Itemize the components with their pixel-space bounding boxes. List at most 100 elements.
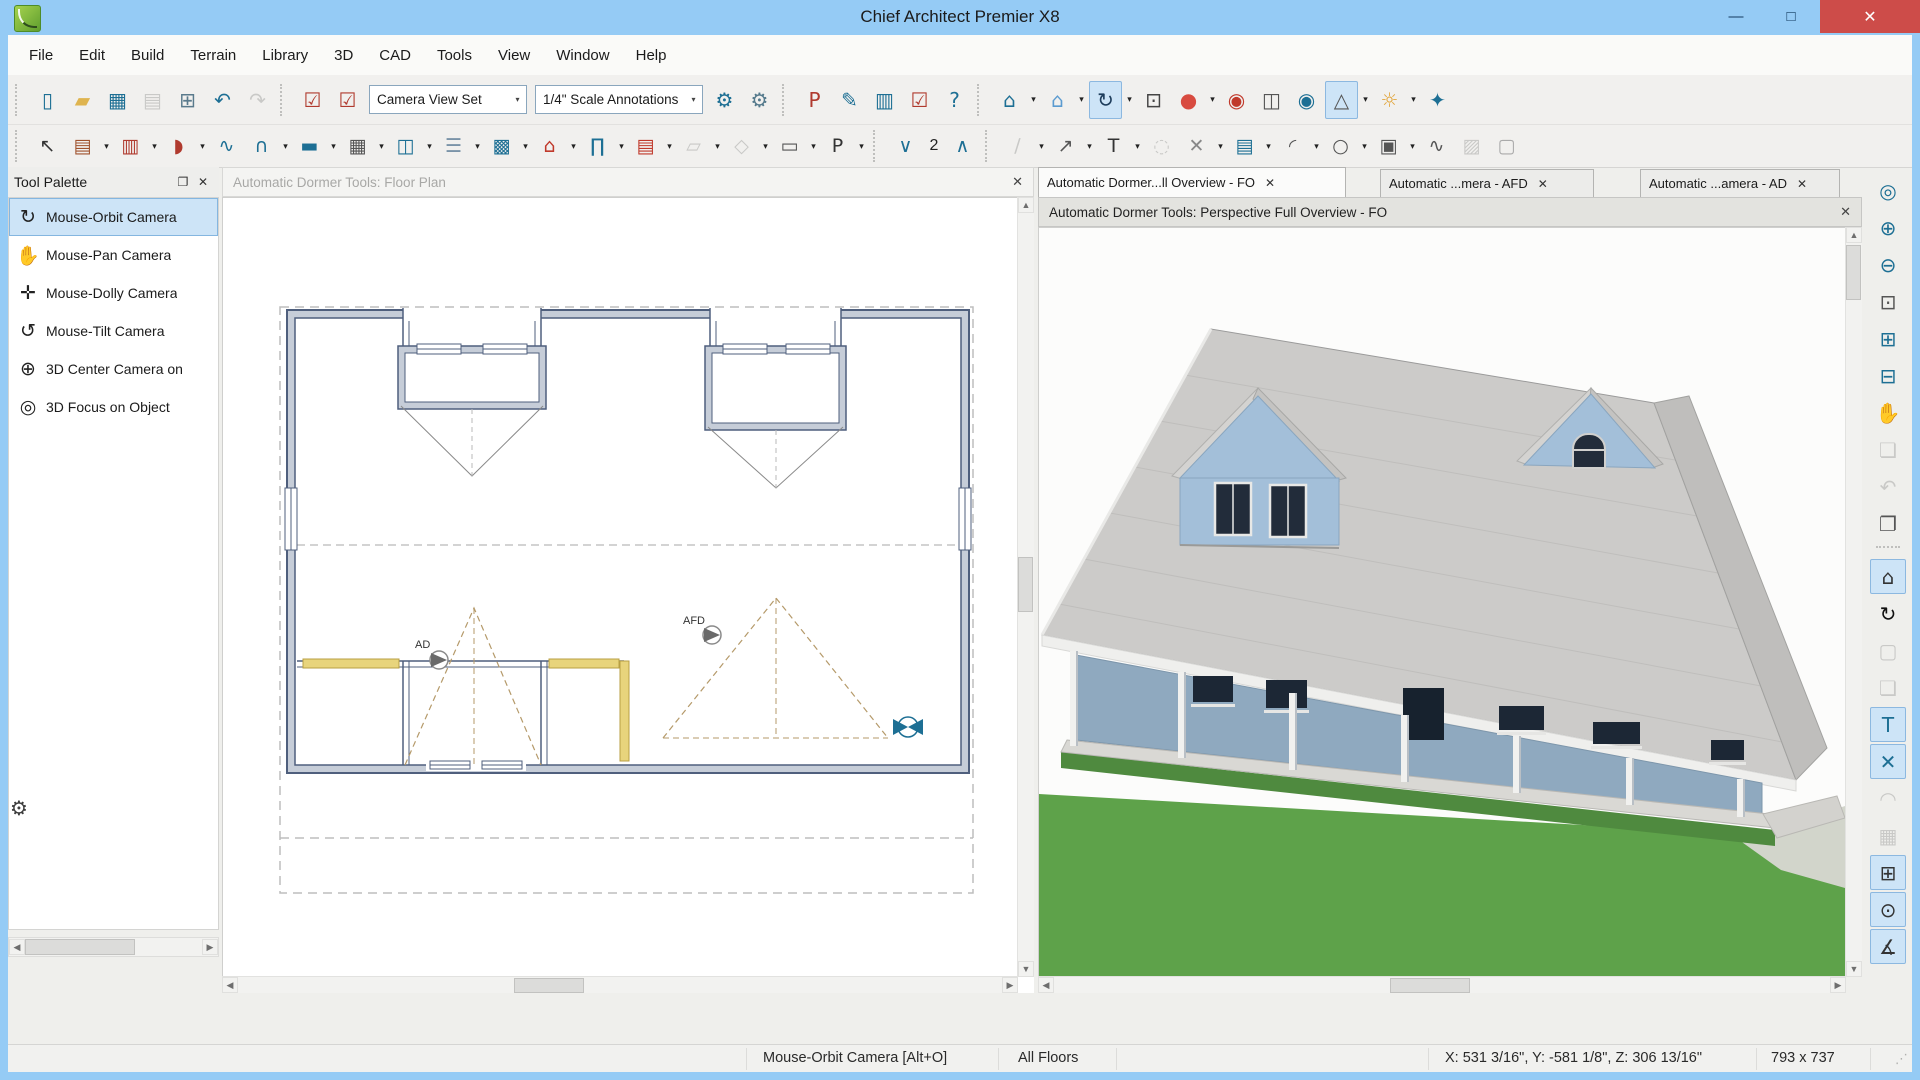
view-vscrollbar[interactable]: ▲ ▼ <box>1845 227 1862 977</box>
menu-3d[interactable]: 3D <box>321 36 366 75</box>
sunlight-icon[interactable]: ☼ <box>1373 81 1406 119</box>
dropdown-arrow-icon[interactable]: ▾ <box>807 129 820 163</box>
minimize-button[interactable]: — <box>1712 0 1760 33</box>
orbit-camera-icon[interactable]: ↻ <box>1089 81 1122 119</box>
exterior-camera-icon[interactable]: ⌂ <box>993 81 1026 119</box>
scale-annotations-select[interactable]: 1/4" Scale Annotations▾ <box>535 85 703 114</box>
railing-tool-icon[interactable]: ▥ <box>114 129 147 164</box>
dropdown-arrow-icon[interactable]: ▾ <box>327 129 340 163</box>
dropdown-arrow-icon[interactable]: ▾ <box>711 129 724 163</box>
dropdown-arrow-icon[interactable]: ▾ <box>1214 129 1227 163</box>
picture-box-icon[interactable]: ▣ <box>1372 129 1405 164</box>
select-arrow-icon[interactable]: ↖ <box>31 129 64 164</box>
ref-camera-icon[interactable]: ◉ <box>1220 81 1253 119</box>
grid-display-icon[interactable]: ▦ <box>1870 818 1906 853</box>
dropdown-arrow-icon[interactable]: ▾ <box>375 129 388 163</box>
cabinet-tool-icon[interactable]: ▦ <box>341 129 374 164</box>
electrical-panel-icon[interactable]: ▩ <box>485 129 518 164</box>
dimension-toggle-icon[interactable]: ✕ <box>1870 744 1906 779</box>
scroll-up-icon[interactable]: ▲ <box>1018 197 1034 213</box>
project-browser-icon[interactable]: ▥ <box>868 81 901 119</box>
chevron-down-icon[interactable]: ▾ <box>685 86 702 113</box>
screenshot-camera-icon[interactable]: ◫ <box>1255 81 1288 119</box>
road-tool-icon[interactable]: P <box>821 129 854 164</box>
window-tool-icon[interactable]: ▬ <box>293 129 326 164</box>
menu-window[interactable]: Window <box>543 36 622 75</box>
palette-close-icon[interactable]: ✕ <box>193 175 213 189</box>
tab-close-icon[interactable]: ✕ <box>1538 177 1548 191</box>
scroll-left-icon[interactable]: ◀ <box>9 939 25 955</box>
door-tool-icon[interactable]: ∩ <box>245 129 278 164</box>
copy-view-icon[interactable]: ❐ <box>1870 506 1906 541</box>
dropdown-arrow-icon[interactable]: ▾ <box>1123 83 1136 117</box>
redo-icon[interactable]: ↷ <box>241 81 274 119</box>
default-settings-icon[interactable]: ⚙ <box>743 81 776 119</box>
angle-snaps-icon[interactable]: ∡ <box>1870 929 1906 964</box>
library-browser-icon[interactable]: ✎ <box>833 81 866 119</box>
scroll-left-icon[interactable]: ◀ <box>1038 977 1054 993</box>
rotate-materials-icon[interactable]: ↻ <box>1870 596 1906 631</box>
tab-3[interactable]: Automatic ...amera - AD✕ <box>1640 169 1840 197</box>
dropdown-arrow-icon[interactable]: ▾ <box>471 129 484 163</box>
tab-2[interactable]: Automatic ...mera - AFD✕ <box>1380 169 1594 197</box>
dropdown-arrow-icon[interactable]: ▾ <box>1075 83 1088 117</box>
dropdown-arrow-icon[interactable]: ▾ <box>1310 129 1323 163</box>
palette-item-3d-focus-on-object[interactable]: ◎3D Focus on Object <box>9 388 218 426</box>
resize-grip-icon[interactable]: ⋰ <box>1895 1051 1908 1067</box>
floor-down-icon[interactable]: ∨ <box>889 129 922 164</box>
help-icon[interactable]: ? <box>938 81 971 119</box>
schedule-icon[interactable]: ☑ <box>903 81 936 119</box>
menu-file[interactable]: File <box>16 36 66 75</box>
arc-tool-icon[interactable]: ◜ <box>1276 129 1309 164</box>
perspective-canvas[interactable] <box>1038 227 1846 977</box>
dropdown-arrow-icon[interactable]: ▾ <box>1131 129 1144 163</box>
outlet-tool-icon[interactable]: ◫ <box>389 129 422 164</box>
tab-close-icon[interactable]: ✕ <box>1265 176 1275 190</box>
dropdown-arrow-icon[interactable]: ▾ <box>100 129 113 163</box>
scroll-right-icon[interactable]: ▶ <box>1830 977 1846 993</box>
toolbar-lock-icon[interactable]: ☑ <box>331 81 364 119</box>
dimension-tool-icon[interactable]: ↗ <box>1049 129 1082 164</box>
dropdown-arrow-icon[interactable]: ▾ <box>279 129 292 163</box>
plan-materials-icon[interactable]: P <box>798 81 831 119</box>
plan-vscrollbar[interactable]: ▲ ▼ <box>1017 197 1034 977</box>
sketch-tool-icon[interactable]: ◌ <box>1145 129 1178 164</box>
menu-edit[interactable]: Edit <box>66 36 118 75</box>
scrollbar-thumb[interactable] <box>25 939 135 955</box>
palette-item-mouse-pan-camera[interactable]: ✋Mouse-Pan Camera <box>9 236 218 274</box>
scroll-right-icon[interactable]: ▶ <box>202 939 218 955</box>
scrollbar-thumb[interactable] <box>1390 978 1470 993</box>
fill-window-icon[interactable]: ⊞ <box>1870 321 1906 356</box>
scrollbar-thumb[interactable] <box>1018 557 1033 612</box>
undo-zoom-icon[interactable]: ⊡ <box>1870 284 1906 319</box>
active-defaults-icon[interactable]: ⚙ <box>708 81 741 119</box>
dropdown-arrow-icon[interactable]: ▾ <box>855 129 868 163</box>
dropdown-arrow-icon[interactable]: ▾ <box>196 129 209 163</box>
scroll-down-icon[interactable]: ▼ <box>1846 961 1862 977</box>
undo-icon[interactable]: ↶ <box>206 81 239 119</box>
stairs-tool-icon[interactable]: ☰ <box>437 129 470 164</box>
scroll-down-icon[interactable]: ▼ <box>1018 961 1034 977</box>
palette-hscrollbar[interactable]: ◀ ▶ <box>8 937 219 957</box>
settings-gear-icon[interactable]: ⚙ <box>10 796 28 820</box>
dollhouse-view-icon[interactable]: ⌂ <box>1041 81 1074 119</box>
terrain-tool-icon[interactable]: ▭ <box>773 129 806 164</box>
view-hscrollbar[interactable]: ◀ ▶ <box>1038 976 1846 993</box>
palette-item-mouse-orbit-camera[interactable]: ↻Mouse-Orbit Camera <box>9 198 218 236</box>
chevron-down-icon[interactable]: ▾ <box>509 86 526 113</box>
curved-wall-icon[interactable]: ◗ <box>162 129 195 164</box>
dropdown-arrow-icon[interactable]: ▾ <box>1407 83 1420 117</box>
new-plan-icon[interactable]: ▯ <box>31 81 64 119</box>
arc-centers-icon[interactable]: ◠ <box>1870 781 1906 816</box>
save-plan-icon[interactable]: ▦ <box>101 81 134 119</box>
menu-cad[interactable]: CAD <box>366 36 424 75</box>
primitive-box-icon[interactable]: ◇ <box>725 129 758 164</box>
menu-terrain[interactable]: Terrain <box>177 36 249 75</box>
wall-tool-icon[interactable]: ▤ <box>66 129 99 164</box>
dropdown-arrow-icon[interactable]: ▾ <box>1406 129 1419 163</box>
view-options-icon[interactable]: ⌂ <box>1870 559 1906 594</box>
dropdown-arrow-icon[interactable]: ▾ <box>1262 129 1275 163</box>
floor-up-icon[interactable]: ∧ <box>946 129 979 164</box>
zoom-icon[interactable]: ◎ <box>1870 173 1906 208</box>
open-plan-icon[interactable]: ▰ <box>66 81 99 119</box>
